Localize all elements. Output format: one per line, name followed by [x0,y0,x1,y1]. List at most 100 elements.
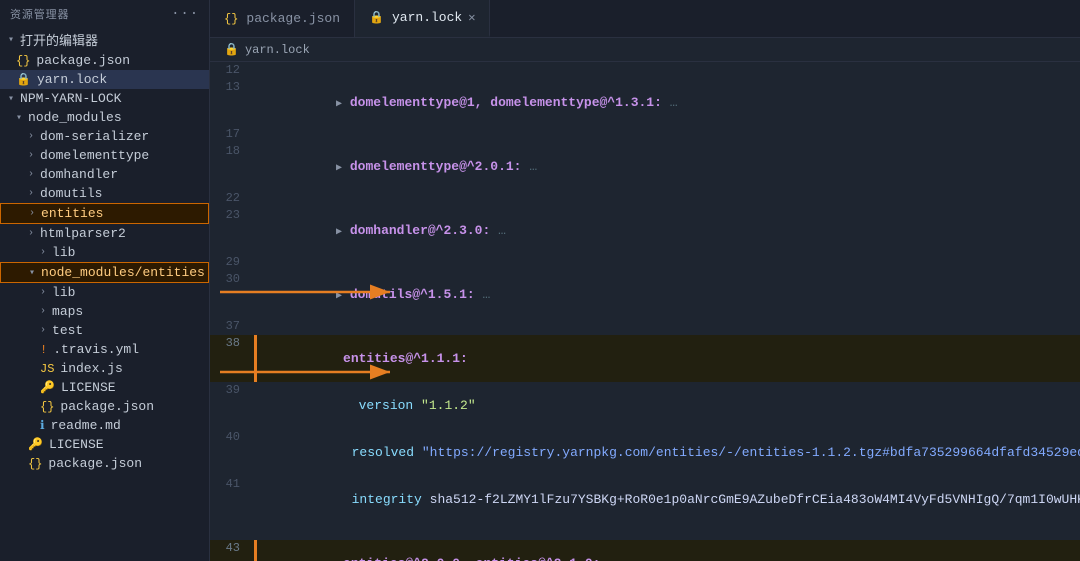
tree-test[interactable]: › test [0,321,209,340]
chevron-down-icon-3: ▾ [16,112,22,124]
open-editor-yarn-lock[interactable]: 🔒 yarn.lock [0,70,209,89]
line-number: 43 [210,540,254,561]
line-number: 23 [210,207,254,254]
tree-dom-serializer[interactable]: › dom-serializer [0,127,209,146]
chevron-right-icon-3: › [28,169,34,180]
chevron-right-icon-7: › [40,247,46,258]
code-editor[interactable]: 12 13 ▶ domelementtype@1, domelementtype… [210,62,1080,561]
tree-domelementtype[interactable]: › domelementtype [0,146,209,165]
tab-package-json-label: package.json [246,11,340,26]
chevron-down-icon: ▾ [8,34,14,46]
code-line-12: 12 [210,62,1080,79]
info-icon: ℹ [40,418,45,433]
open-editor-yarn-lock-label: yarn.lock [37,72,107,87]
tree-node-modules[interactable]: ▾ node_modules [0,108,209,127]
tab-yarn-lock[interactable]: 🔒 yarn.lock ✕ [355,0,490,37]
tree-domhandler-label: domhandler [40,167,118,182]
chevron-right-icon-10: › [40,325,46,336]
fold-icon[interactable]: ▶ [336,99,342,110]
tree-index-js-label: index.js [60,361,122,376]
lock-icon: 🔒 [16,72,31,87]
tree-entities[interactable]: › entities [0,203,209,224]
tree-domhandler[interactable]: › domhandler [0,165,209,184]
tree-lib[interactable]: › lib [0,243,209,262]
line-content: version "1.1.2" [254,382,1080,429]
code-line-40: 40 resolved "https://registry.yarnpkg.co… [210,429,1080,476]
code-line-39: 39 version "1.1.2" [210,382,1080,429]
chevron-right-icon: › [28,131,34,142]
fold-icon-3[interactable]: ▶ [336,227,342,238]
line-content [254,62,1080,79]
line-number: 39 [210,382,254,429]
line-number [210,523,254,540]
code-line-13: 13 ▶ domelementtype@1, domelementtype@^1… [210,79,1080,126]
tab-bar: {} package.json 🔒 yarn.lock ✕ [210,0,1080,38]
line-content [254,254,1080,271]
chevron-right-icon-2: › [28,150,34,161]
line-content: resolved "https://registry.yarnpkg.com/e… [254,429,1080,476]
line-content: ▶ domelementtype@1, domelementtype@^1.3.… [254,79,1080,126]
tree-node-modules-entities[interactable]: ▾ node_modules/entities [0,262,209,283]
line-content [254,318,1080,335]
code-line-18: 18 ▶ domelementtype@^2.0.1: … [210,143,1080,190]
sidebar-more-button[interactable]: ··· [171,6,199,22]
chevron-right-icon-5: › [29,208,35,219]
tree-readme[interactable]: ℹ readme.md [0,416,209,435]
tree-license-outer[interactable]: 🔑 LICENSE [0,435,209,454]
tree-maps[interactable]: › maps [0,302,209,321]
chevron-down-icon-2: ▾ [8,93,14,105]
tree-travis-yml[interactable]: ! .travis.yml [0,340,209,359]
code-line-17: 17 [210,126,1080,143]
line-number: 13 [210,79,254,126]
tree-lib-label: lib [52,245,75,260]
tree-htmlparser2[interactable]: › htmlparser2 [0,224,209,243]
js-icon: JS [40,362,54,376]
tree-travis-yml-label: .travis.yml [53,342,139,357]
line-number: 40 [210,429,254,476]
line-number: 30 [210,271,254,318]
sidebar-title-bar: 资源管理器 ··· [0,0,209,28]
sidebar: 资源管理器 ··· ▾ 打开的编辑器 {} package.json 🔒 yar… [0,0,210,561]
line-content: integrity sha512-f2LZMY1lFzu7YSBKg+RoR0e… [254,476,1080,523]
tree-entities-lib[interactable]: › lib [0,283,209,302]
tree-entities-lib-label: lib [52,285,75,300]
tree-package-json-inner-label: package.json [60,399,154,414]
open-editor-package-json[interactable]: {} package.json [0,51,209,70]
tree-package-json-outer-label: package.json [48,456,142,471]
tree-domutils-label: domutils [40,186,102,201]
fold-icon-2[interactable]: ▶ [336,163,342,174]
tree-dom-serializer-label: dom-serializer [40,129,149,144]
tree-license-outer-label: LICENSE [49,437,104,452]
code-line-41: 41 integrity sha512-f2LZMY1lFzu7YSBKg+Ro… [210,476,1080,523]
tree-index-js[interactable]: JS index.js [0,359,209,378]
open-editors-section[interactable]: ▾ 打开的编辑器 [0,28,209,51]
project-name-label: NPM-YARN-LOCK [20,91,121,106]
tree-package-json-inner[interactable]: {} package.json [0,397,209,416]
project-section[interactable]: ▾ NPM-YARN-LOCK [0,89,209,108]
code-line-22: 22 [210,190,1080,207]
fold-icon-4[interactable]: ▶ [336,291,342,302]
tab-package-json[interactable]: {} package.json [210,0,355,37]
editor-main: {} package.json 🔒 yarn.lock ✕ 🔒 yarn.loc… [210,0,1080,561]
json-icon-2: {} [40,400,54,414]
tree-maps-label: maps [52,304,83,319]
chevron-right-icon-8: › [40,287,46,298]
tree-package-json-outer[interactable]: {} package.json [0,454,209,473]
line-number: 17 [210,126,254,143]
open-editors-label: 打开的编辑器 [20,30,98,49]
json-icon-3: {} [28,457,42,471]
line-content [254,190,1080,207]
chevron-down-icon-4: ▾ [29,267,35,279]
line-content: entities@^1.1.1: [254,335,1080,382]
license-icon: 🔑 [40,380,55,395]
line-content: ▶ domutils@^1.5.1: … [254,271,1080,318]
chevron-right-icon-9: › [40,306,46,317]
json-icon: {} [16,54,30,68]
tab-close-button[interactable]: ✕ [468,10,475,25]
license-icon-2: 🔑 [28,437,43,452]
line-number: 18 [210,143,254,190]
code-line-37: 37 [210,318,1080,335]
code-line-42 [210,523,1080,540]
tree-domutils[interactable]: › domutils [0,184,209,203]
tree-license-inner[interactable]: 🔑 LICENSE [0,378,209,397]
